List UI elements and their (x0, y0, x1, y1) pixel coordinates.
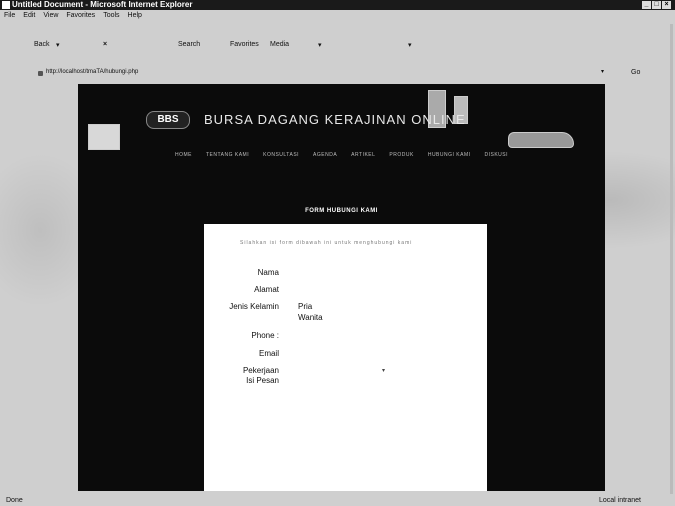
menu-bar: File Edit View Favorites Tools Help (0, 10, 675, 21)
toolbar: Back ▾ × Search Favorites Media ▾ ▾ (0, 38, 675, 52)
title-bar: Untitled Document - Microsoft Internet E… (0, 0, 675, 10)
form-intro: Silahkan isi form dibawah ini untuk meng… (240, 240, 413, 246)
label-phone: Phone : (251, 331, 279, 340)
web-page: BBS BURSA DAGANG KERAJINAN ONLINE HOME T… (78, 84, 605, 491)
site-banner: BBS BURSA DAGANG KERAJINAN ONLINE HOME T… (78, 84, 605, 224)
status-text: Done (6, 497, 23, 504)
nav-konsultasi[interactable]: KONSULTASI (263, 152, 299, 158)
menu-edit[interactable]: Edit (23, 10, 35, 21)
window-title: Untitled Document - Microsoft Internet E… (12, 0, 193, 9)
address-bar: http://localhost/tmaTA/hubungi.php ▾ Go (0, 66, 675, 80)
go-button[interactable]: Go (631, 69, 640, 76)
radio-pria[interactable]: Pria (298, 302, 312, 311)
nav-hubungi-kami[interactable]: HUBUNGI KAMI (428, 152, 471, 158)
back-button[interactable]: Back (34, 41, 50, 48)
nav-tentang-kami[interactable]: TENTANG KAMI (206, 152, 249, 158)
menu-tools[interactable]: Tools (103, 10, 119, 21)
site-title: BURSA DAGANG KERAJINAN ONLINE (204, 112, 466, 127)
radio-wanita[interactable]: Wanita (298, 313, 323, 322)
menu-file[interactable]: File (4, 10, 15, 21)
label-nama: Nama (257, 268, 279, 277)
product-image-shoe (508, 132, 574, 148)
site-logo[interactable]: BBS (146, 111, 190, 129)
menu-favorites[interactable]: Favorites (66, 10, 95, 21)
maximize-icon[interactable]: □ (652, 1, 661, 9)
vertical-scrollbar[interactable] (670, 24, 673, 494)
nav-artikel[interactable]: ARTIKEL (351, 152, 375, 158)
window-controls: _ □ × (642, 1, 671, 9)
nav-diskusi[interactable]: DISKUSI (485, 152, 509, 158)
back-dropdown-icon[interactable]: ▾ (56, 41, 60, 49)
nav-home[interactable]: HOME (175, 152, 192, 158)
status-bar: Done Local intranet (0, 495, 675, 506)
contact-form: Silahkan isi form dibawah ini untuk meng… (204, 224, 487, 491)
ie-icon (2, 1, 10, 9)
history-icon[interactable]: ▾ (318, 41, 322, 49)
pekerjaan-select-arrow-icon[interactable]: ▾ (382, 367, 385, 374)
site-nav: HOME TENTANG KAMI KONSULTASI AGENDA ARTI… (78, 152, 605, 158)
edit-icon[interactable]: ▾ (408, 41, 412, 49)
page-icon (38, 71, 43, 76)
nav-produk[interactable]: PRODUK (389, 152, 413, 158)
product-image-left (88, 124, 120, 150)
nav-agenda[interactable]: AGENDA (313, 152, 337, 158)
address-dropdown-icon[interactable]: ▾ (601, 68, 604, 75)
close-icon[interactable]: × (662, 1, 671, 9)
media-button[interactable]: Media (270, 41, 289, 48)
favorites-button[interactable]: Favorites (230, 41, 259, 48)
minimize-icon[interactable]: _ (642, 1, 651, 9)
zone-text: Local intranet (598, 497, 641, 504)
menu-help[interactable]: Help (128, 10, 142, 21)
label-isi-pesan: Isi Pesan (246, 376, 279, 385)
address-input[interactable]: http://localhost/tmaTA/hubungi.php (46, 69, 138, 75)
stop-icon[interactable]: × (103, 41, 107, 48)
label-jenis-kelamin: Jenis Kelamin (229, 302, 279, 311)
form-heading: FORM HUBUNGI KAMI (305, 208, 378, 214)
label-alamat: Alamat (254, 285, 279, 294)
search-button[interactable]: Search (178, 41, 200, 48)
label-pekerjaan: Pekerjaan (242, 366, 279, 375)
label-email: Email (258, 349, 279, 358)
menu-view[interactable]: View (43, 10, 58, 21)
